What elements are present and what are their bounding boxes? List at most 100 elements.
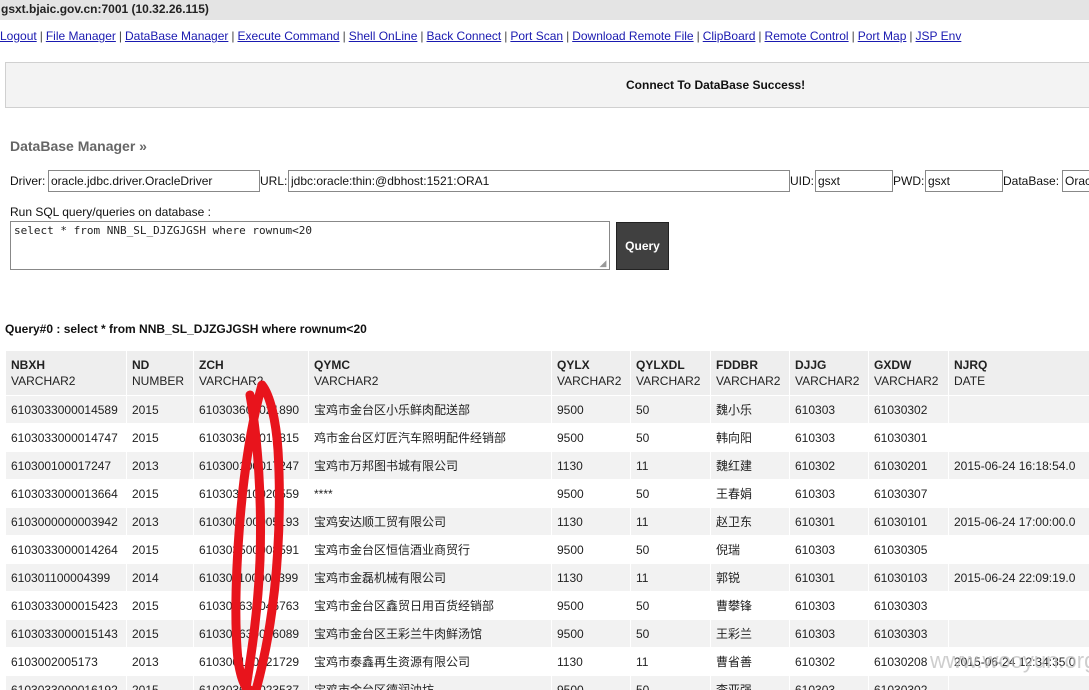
table-cell: 9500 (551, 591, 631, 620)
table-cell: 610300100017247 (5, 451, 127, 480)
table-row: 610301100004399 2014 610301100004399 宝鸡市金磊机… (5, 563, 1089, 592)
table-cell (948, 675, 1089, 690)
table-cell: 6103033000014747 (5, 423, 127, 452)
nav-port-scan[interactable]: Port Scan (510, 29, 563, 43)
nav-separator: | (504, 29, 508, 43)
nav-port-map[interactable]: Port Map (858, 29, 907, 43)
table-cell: 宝鸡市金台区德润油坊 (308, 675, 552, 690)
table-cell: 61030201 (868, 451, 949, 480)
nav-separator: | (231, 29, 235, 43)
nav-logout[interactable]: Logout (0, 29, 37, 43)
table-cell: 11 (630, 563, 711, 592)
query-button[interactable]: Query (616, 222, 669, 270)
column-name: FDDBR (716, 358, 758, 372)
resize-grip-icon[interactable]: ◢ (598, 258, 608, 268)
table-cell: 6103033000013664 (5, 479, 127, 508)
column-name: QYLX (557, 358, 590, 372)
table-header-row: NBXH VARCHAR2 ND NUMBER ZCH VARCHAR2 QYMC VARCH… (5, 350, 1089, 396)
database-input[interactable] (1062, 170, 1089, 192)
pwd-input[interactable] (925, 170, 1003, 192)
table-cell: 2013 (126, 507, 194, 536)
table-cell: 610303620023537 (193, 675, 309, 690)
uid-input[interactable] (815, 170, 893, 192)
status-message: Connect To DataBase Success! (626, 78, 806, 92)
nav-clipboard[interactable]: ClipBoard (703, 29, 756, 43)
url-input[interactable] (288, 170, 790, 192)
sql-query-input[interactable]: select * from NNB_SL_DJZGJGSH where rown… (10, 221, 610, 270)
table-cell: 61030307 (868, 479, 949, 508)
table-cell: 50 (630, 395, 711, 424)
table-cell: 2015 (126, 535, 194, 564)
table-cell: 9500 (551, 423, 631, 452)
nav-separator: | (851, 29, 855, 43)
table-row: 6103033000013664 2015 610303610020559 **** 9… (5, 479, 1089, 508)
column-header-gxdw: GXDW VARCHAR2 (868, 350, 949, 396)
table-cell: 9500 (551, 395, 631, 424)
table-row: 6103033000015143 2015 610303630046089 宝鸡市金台… (5, 619, 1089, 648)
table-cell: 宝鸡市泰鑫再生资源有限公司 (308, 647, 552, 676)
table-cell: 61030101 (868, 507, 949, 536)
table-cell: 6103033000015423 (5, 591, 127, 620)
column-header-qylx: QYLX VARCHAR2 (551, 350, 631, 396)
table-cell: 王彩兰 (710, 619, 790, 648)
table-cell: 2013 (126, 451, 194, 480)
column-name: DJJG (795, 358, 827, 372)
column-header-qymc: QYMC VARCHAR2 (308, 350, 552, 396)
driver-input[interactable] (48, 170, 260, 192)
table-cell (948, 591, 1089, 620)
column-type: VARCHAR2 (314, 374, 379, 388)
nav-back-connect[interactable]: Back Connect (427, 29, 502, 43)
table-cell: 6103033000014589 (5, 395, 127, 424)
table-cell: 2015 (126, 591, 194, 620)
table-cell: 2015 (126, 479, 194, 508)
nav-separator: | (696, 29, 700, 43)
table-cell: 610303600021890 (193, 395, 309, 424)
table-cell (948, 535, 1089, 564)
table-cell: 610303 (789, 675, 869, 690)
table-cell: 6103002005173 (5, 647, 127, 676)
table-cell: 50 (630, 675, 711, 690)
nav-separator: | (758, 29, 762, 43)
table-cell: 李亚强 (710, 675, 790, 690)
table-cell: 610301100004399 (5, 563, 127, 592)
column-type: DATE (954, 374, 986, 388)
column-type: VARCHAR2 (795, 374, 860, 388)
table-cell: 2015-06-24 17:00:00.0 (948, 507, 1089, 536)
table-cell: 9500 (551, 535, 631, 564)
database-label: DataBase: (1003, 174, 1060, 188)
table-cell: 1130 (551, 563, 631, 592)
nav-download-remote-file[interactable]: Download Remote File (572, 29, 693, 43)
result-table-container[interactable]: NBXH VARCHAR2 ND NUMBER ZCH VARCHAR2 QYMC VARCH… (5, 350, 1089, 690)
nav-separator: | (566, 29, 570, 43)
table-cell: 610300100021729 (193, 647, 309, 676)
column-header-djjg: DJJG VARCHAR2 (789, 350, 869, 396)
table-cell: 50 (630, 619, 711, 648)
nav-remote-control[interactable]: Remote Control (765, 29, 849, 43)
nav-shell-online[interactable]: Shell OnLine (349, 29, 418, 43)
run-sql-label: Run SQL query/queries on database : (10, 205, 212, 219)
column-type: VARCHAR2 (557, 374, 622, 388)
column-name: QYLXDL (636, 358, 685, 372)
table-cell: 61030301 (868, 423, 949, 452)
table-row: 6103033000015423 2015 610303630046763 宝鸡市金台… (5, 591, 1089, 620)
query-result-label: Query#0 : select * from NNB_SL_DJZGJGSH … (5, 322, 367, 336)
table-cell: 宝鸡安达顺工贸有限公司 (308, 507, 552, 536)
table-row: 6103033000014747 2015 610303600014815 鸡市金台区… (5, 423, 1089, 452)
table-cell: 50 (630, 591, 711, 620)
table-cell: 6103000000003942 (5, 507, 127, 536)
table-cell: 61030303 (868, 591, 949, 620)
nav-execute-command[interactable]: Execute Command (238, 29, 340, 43)
table-cell: 1130 (551, 507, 631, 536)
table-cell: 2015 (126, 395, 194, 424)
table-cell: 郭锐 (710, 563, 790, 592)
table-cell: 2013 (126, 647, 194, 676)
table-cell: 2015 (126, 675, 194, 690)
nav-file-manager[interactable]: File Manager (46, 29, 116, 43)
table-cell: 1130 (551, 451, 631, 480)
table-cell: 9500 (551, 479, 631, 508)
table-cell: 610303 (789, 423, 869, 452)
nav-jsp-env[interactable]: JSP Env (916, 29, 962, 43)
table-row: 6103033000016192 2015 610303620023537 宝鸡市金台… (5, 675, 1089, 690)
table-cell: 610303 (789, 479, 869, 508)
nav-database-manager[interactable]: DataBase Manager (125, 29, 228, 43)
